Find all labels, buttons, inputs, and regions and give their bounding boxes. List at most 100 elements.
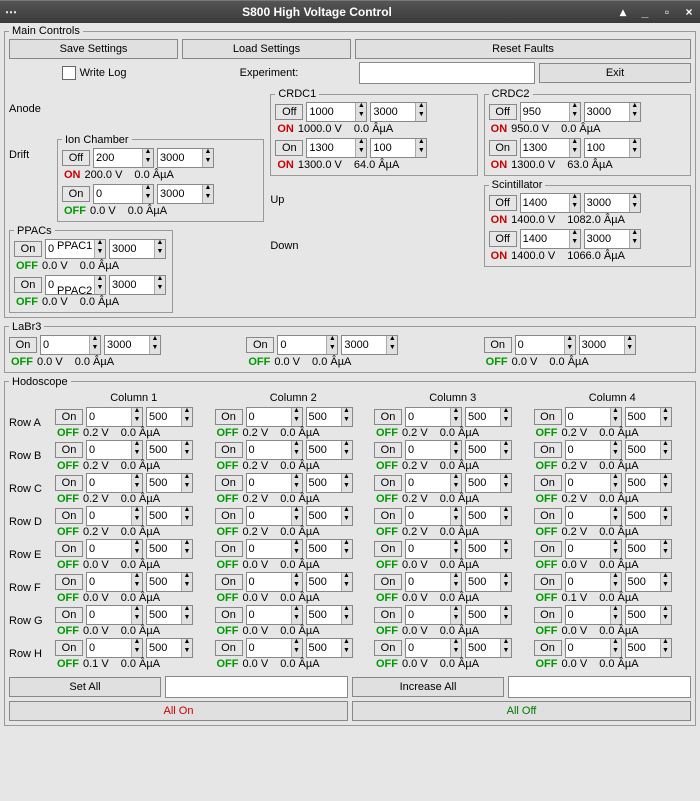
hodo-B-3-toggle[interactable]: On xyxy=(374,442,402,458)
spinner-input[interactable] xyxy=(566,607,610,623)
hodo-C-1-toggle[interactable]: On xyxy=(55,475,83,491)
spinner-input[interactable] xyxy=(406,508,450,524)
rollup-icon[interactable]: ▴ xyxy=(616,5,630,19)
hodo-C-2-toggle[interactable]: On xyxy=(215,475,243,491)
hodo-D-3-toggle[interactable]: On xyxy=(374,508,402,524)
hodo-H-2-toggle[interactable]: On xyxy=(215,640,243,656)
spin-down-icon[interactable]: ▼ xyxy=(630,203,640,212)
spin-down-icon[interactable]: ▼ xyxy=(292,450,302,459)
spinner-input[interactable] xyxy=(147,475,181,491)
spin-down-icon[interactable]: ▼ xyxy=(611,615,621,624)
spin-down-icon[interactable]: ▼ xyxy=(416,148,426,157)
crdc2-drift-toggle[interactable]: On xyxy=(489,140,517,156)
spinner-input[interactable] xyxy=(406,541,450,557)
ion-drift-toggle[interactable]: On xyxy=(62,186,90,202)
spin-down-icon[interactable]: ▼ xyxy=(132,549,142,558)
spinner-input[interactable] xyxy=(247,640,291,656)
scint-down-toggle[interactable]: Off xyxy=(489,231,517,247)
spin-down-icon[interactable]: ▼ xyxy=(501,615,511,624)
spinner-input[interactable] xyxy=(566,574,610,590)
spin-down-icon[interactable]: ▼ xyxy=(90,345,100,354)
hodo-A-3-toggle[interactable]: On xyxy=(374,409,402,425)
spin-down-icon[interactable]: ▼ xyxy=(132,450,142,459)
spinner-input[interactable] xyxy=(87,640,131,656)
spin-down-icon[interactable]: ▼ xyxy=(292,483,302,492)
spin-down-icon[interactable]: ▼ xyxy=(570,203,580,212)
spin-down-icon[interactable]: ▼ xyxy=(630,112,640,121)
spinner-input[interactable] xyxy=(158,186,202,202)
spin-down-icon[interactable]: ▼ xyxy=(292,615,302,624)
spinner-input[interactable] xyxy=(94,150,142,166)
spin-down-icon[interactable]: ▼ xyxy=(143,158,153,167)
labr1-toggle[interactable]: On xyxy=(9,337,37,353)
spinner-input[interactable] xyxy=(566,475,610,491)
spinner-input[interactable] xyxy=(147,541,181,557)
hodo-G-3-toggle[interactable]: On xyxy=(374,607,402,623)
labr2-toggle[interactable]: On xyxy=(246,337,274,353)
spin-down-icon[interactable]: ▼ xyxy=(661,648,671,657)
hodo-B-1-toggle[interactable]: On xyxy=(55,442,83,458)
spinner-input[interactable] xyxy=(466,508,500,524)
crdc1-drift-toggle[interactable]: On xyxy=(275,140,303,156)
spin-down-icon[interactable]: ▼ xyxy=(661,417,671,426)
spin-down-icon[interactable]: ▼ xyxy=(501,516,511,525)
spin-down-icon[interactable]: ▼ xyxy=(356,112,366,121)
spinner-input[interactable] xyxy=(626,409,660,425)
spin-down-icon[interactable]: ▼ xyxy=(132,417,142,426)
reset-faults-button[interactable]: Reset Faults xyxy=(355,39,691,59)
spin-down-icon[interactable]: ▼ xyxy=(182,516,192,525)
spin-down-icon[interactable]: ▼ xyxy=(327,345,337,354)
close-icon[interactable]: × xyxy=(682,5,696,19)
spinner-input[interactable] xyxy=(521,104,569,120)
hodo-H-3-toggle[interactable]: On xyxy=(374,640,402,656)
spinner-input[interactable] xyxy=(466,409,500,425)
spinner-input[interactable] xyxy=(147,409,181,425)
spin-down-icon[interactable]: ▼ xyxy=(611,417,621,426)
spin-down-icon[interactable]: ▼ xyxy=(182,648,192,657)
spinner-input[interactable] xyxy=(94,186,142,202)
spin-down-icon[interactable]: ▼ xyxy=(342,450,352,459)
hodo-D-4-toggle[interactable]: On xyxy=(534,508,562,524)
ion-anode-toggle[interactable]: Off xyxy=(62,150,90,166)
spin-down-icon[interactable]: ▼ xyxy=(356,148,366,157)
maximize-icon[interactable]: ▫ xyxy=(660,5,674,19)
hodo-F-3-toggle[interactable]: On xyxy=(374,574,402,590)
minimize-icon[interactable]: _ xyxy=(638,5,652,19)
spinner-input[interactable] xyxy=(566,409,610,425)
spin-down-icon[interactable]: ▼ xyxy=(611,516,621,525)
all-off-button[interactable]: All Off xyxy=(352,701,691,721)
spinner-input[interactable] xyxy=(41,337,89,353)
spin-down-icon[interactable]: ▼ xyxy=(661,516,671,525)
spin-down-icon[interactable]: ▼ xyxy=(342,483,352,492)
spin-down-icon[interactable]: ▼ xyxy=(132,516,142,525)
spin-down-icon[interactable]: ▼ xyxy=(501,483,511,492)
hodo-D-2-toggle[interactable]: On xyxy=(215,508,243,524)
hodo-H-1-toggle[interactable]: On xyxy=(55,640,83,656)
spinner-input[interactable] xyxy=(87,508,131,524)
hodo-D-1-toggle[interactable]: On xyxy=(55,508,83,524)
spin-down-icon[interactable]: ▼ xyxy=(292,516,302,525)
spinner-input[interactable] xyxy=(247,475,291,491)
spinner-input[interactable] xyxy=(626,607,660,623)
hodo-C-3-toggle[interactable]: On xyxy=(374,475,402,491)
increase-all-button[interactable]: Increase All xyxy=(352,677,504,697)
spinner-input[interactable] xyxy=(247,574,291,590)
hodo-G-2-toggle[interactable]: On xyxy=(215,607,243,623)
spinner-input[interactable] xyxy=(307,140,355,156)
spin-down-icon[interactable]: ▼ xyxy=(451,648,461,657)
spin-down-icon[interactable]: ▼ xyxy=(625,345,635,354)
hodo-A-4-toggle[interactable]: On xyxy=(534,409,562,425)
write-log-checkbox[interactable] xyxy=(62,66,76,80)
spin-down-icon[interactable]: ▼ xyxy=(451,450,461,459)
spinner-input[interactable] xyxy=(307,640,341,656)
spinner-input[interactable] xyxy=(406,475,450,491)
increase-all-input[interactable] xyxy=(508,676,691,698)
spin-down-icon[interactable]: ▼ xyxy=(451,516,461,525)
spinner-input[interactable] xyxy=(278,337,326,353)
spinner-input[interactable] xyxy=(626,475,660,491)
spinner-input[interactable] xyxy=(307,104,355,120)
spin-down-icon[interactable]: ▼ xyxy=(501,582,511,591)
app-menu-icon[interactable]: ⋯ xyxy=(4,5,18,19)
hodo-E-4-toggle[interactable]: On xyxy=(534,541,562,557)
hodo-E-2-toggle[interactable]: On xyxy=(215,541,243,557)
